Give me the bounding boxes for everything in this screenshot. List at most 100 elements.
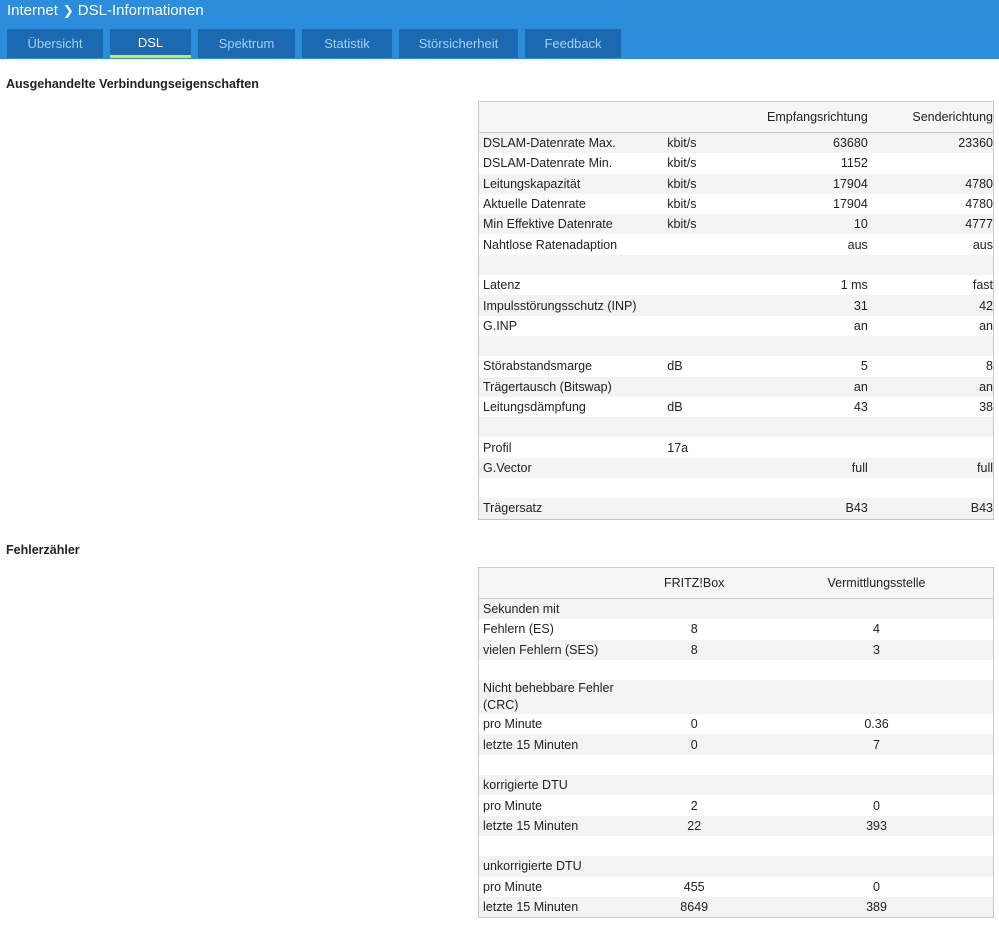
row-label: Min Effektive Datenrate <box>478 214 668 235</box>
row-label: Fehlern (ES) <box>478 619 629 640</box>
row-label: Störabstandsmarge <box>478 356 668 377</box>
table-header-row: Empfangsrichtung Senderichtung <box>478 101 994 133</box>
column-header <box>478 101 668 133</box>
row-unit <box>667 498 729 520</box>
row-exchange-value <box>760 775 994 796</box>
row-fritzbox-value <box>628 598 761 620</box>
table-row: Leitungsdämpfung dB 43 38 <box>478 396 994 418</box>
row-fritzbox-value: 0 <box>628 734 761 755</box>
table-row <box>478 659 994 681</box>
row-exchange-value: 0 <box>760 876 994 897</box>
row-upstream-value: full <box>867 457 994 479</box>
row-fritzbox-value: 8 <box>628 639 761 660</box>
row-upstream-value: B43 <box>867 498 994 520</box>
row-label: Trägertausch (Bitswap) <box>478 376 668 397</box>
row-label <box>478 478 668 499</box>
row-downstream-value: 1152 <box>728 153 868 174</box>
table-row: Nicht behebbare Fehler (CRC) <box>478 680 994 715</box>
table-row: letzte 15 Minuten 0 7 <box>478 734 994 755</box>
row-label <box>478 254 668 276</box>
row-exchange-value: 389 <box>760 896 994 918</box>
row-upstream-value <box>867 254 994 276</box>
row-label: Aktuelle Datenrate <box>478 193 668 215</box>
table-row <box>478 254 994 276</box>
column-header-exchange: Vermittlungsstelle <box>760 567 994 599</box>
row-exchange-value <box>760 754 994 776</box>
row-upstream-value <box>867 478 994 499</box>
row-label: Sekunden mit <box>478 598 629 620</box>
row-label: G.INP <box>478 315 668 336</box>
table-row: Trägersatz B43 B43 <box>478 498 994 520</box>
column-header <box>478 567 629 599</box>
row-label: DSLAM-Datenrate Max. <box>478 132 668 154</box>
row-label: Impulsstörungsschutz (INP) <box>478 295 668 316</box>
row-fritzbox-value: 2 <box>628 795 761 816</box>
row-fritzbox-value: 0 <box>628 714 761 735</box>
row-upstream-value: an <box>867 376 994 397</box>
row-unit: 17a <box>667 437 729 458</box>
row-exchange-value: 4 <box>760 619 994 640</box>
row-unit: dB <box>667 396 729 418</box>
tab-stoersicherheit[interactable]: Störsicherheit <box>399 29 518 58</box>
row-label: Nicht behebbare Fehler (CRC) <box>478 680 629 715</box>
row-upstream-value: 23360 <box>867 132 994 154</box>
row-downstream-value: 43 <box>728 396 868 418</box>
table-row: Impulsstörungsschutz (INP) 31 42 <box>478 295 994 316</box>
table-row: korrigierte DTU <box>478 775 994 796</box>
row-upstream-value: an <box>867 315 994 336</box>
column-header-upstream: Senderichtung <box>867 101 994 133</box>
table-row: letzte 15 Minuten 22 393 <box>478 815 994 836</box>
tab-dsl[interactable]: DSL <box>110 29 191 58</box>
row-label: pro Minute <box>478 795 629 816</box>
row-fritzbox-value <box>628 680 761 715</box>
table-row: pro Minute 2 0 <box>478 795 994 816</box>
column-header-downstream: Empfangsrichtung <box>728 101 868 133</box>
table-row: DSLAM-Datenrate Max. kbit/s 63680 23360 <box>478 132 994 154</box>
row-upstream-value: 4780 <box>867 173 994 194</box>
row-unit <box>667 457 729 479</box>
chevron-right-icon: ❯ <box>62 3 74 18</box>
table-row: Leitungskapazität kbit/s 17904 4780 <box>478 173 994 194</box>
table-row <box>478 835 994 857</box>
row-unit <box>667 417 729 438</box>
table-row: Min Effektive Datenrate kbit/s 10 4777 <box>478 214 994 235</box>
tab-uebersicht[interactable]: Übersicht <box>7 29 103 58</box>
row-downstream-value: an <box>728 376 868 397</box>
row-label: pro Minute <box>478 876 629 897</box>
row-upstream-value: 4777 <box>867 214 994 235</box>
row-exchange-value: 393 <box>760 815 994 836</box>
row-downstream-value: an <box>728 315 868 336</box>
table-row: Profil 17a <box>478 437 994 458</box>
table-header-row: FRITZ!Box Vermittlungsstelle <box>478 567 994 599</box>
breadcrumb-parent[interactable]: Internet <box>7 2 58 20</box>
row-fritzbox-value <box>628 775 761 796</box>
table-row <box>478 335 994 357</box>
row-fritzbox-value <box>628 754 761 776</box>
tab-statistik[interactable]: Statistik <box>302 29 392 58</box>
row-label: Nahtlose Ratenadaption <box>478 234 668 255</box>
section-title-connection: Ausgehandelte Verbindungseigenschaften <box>6 77 259 91</box>
tab-spektrum[interactable]: Spektrum <box>198 29 295 58</box>
table-row: DSLAM-Datenrate Min. kbit/s 1152 <box>478 153 994 174</box>
row-exchange-value: 3 <box>760 639 994 660</box>
row-fritzbox-value <box>628 835 761 857</box>
row-downstream-value: B43 <box>728 498 868 520</box>
row-unit <box>667 335 729 357</box>
row-upstream-value: fast <box>867 275 994 296</box>
row-unit <box>667 295 729 316</box>
row-downstream-value: 10 <box>728 214 868 235</box>
table-row: pro Minute 455 0 <box>478 876 994 897</box>
row-unit: kbit/s <box>667 132 729 154</box>
row-exchange-value <box>760 659 994 681</box>
tab-feedback[interactable]: Feedback <box>525 29 621 58</box>
row-label <box>478 659 629 681</box>
row-exchange-value <box>760 680 994 715</box>
row-exchange-value: 7 <box>760 734 994 755</box>
table-row: Trägertausch (Bitswap) an an <box>478 376 994 397</box>
table-row: Sekunden mit <box>478 598 994 620</box>
row-fritzbox-value: 8649 <box>628 896 761 918</box>
row-upstream-value <box>867 417 994 438</box>
row-label: unkorrigierte DTU <box>478 856 629 877</box>
row-fritzbox-value: 22 <box>628 815 761 836</box>
row-unit <box>667 275 729 296</box>
